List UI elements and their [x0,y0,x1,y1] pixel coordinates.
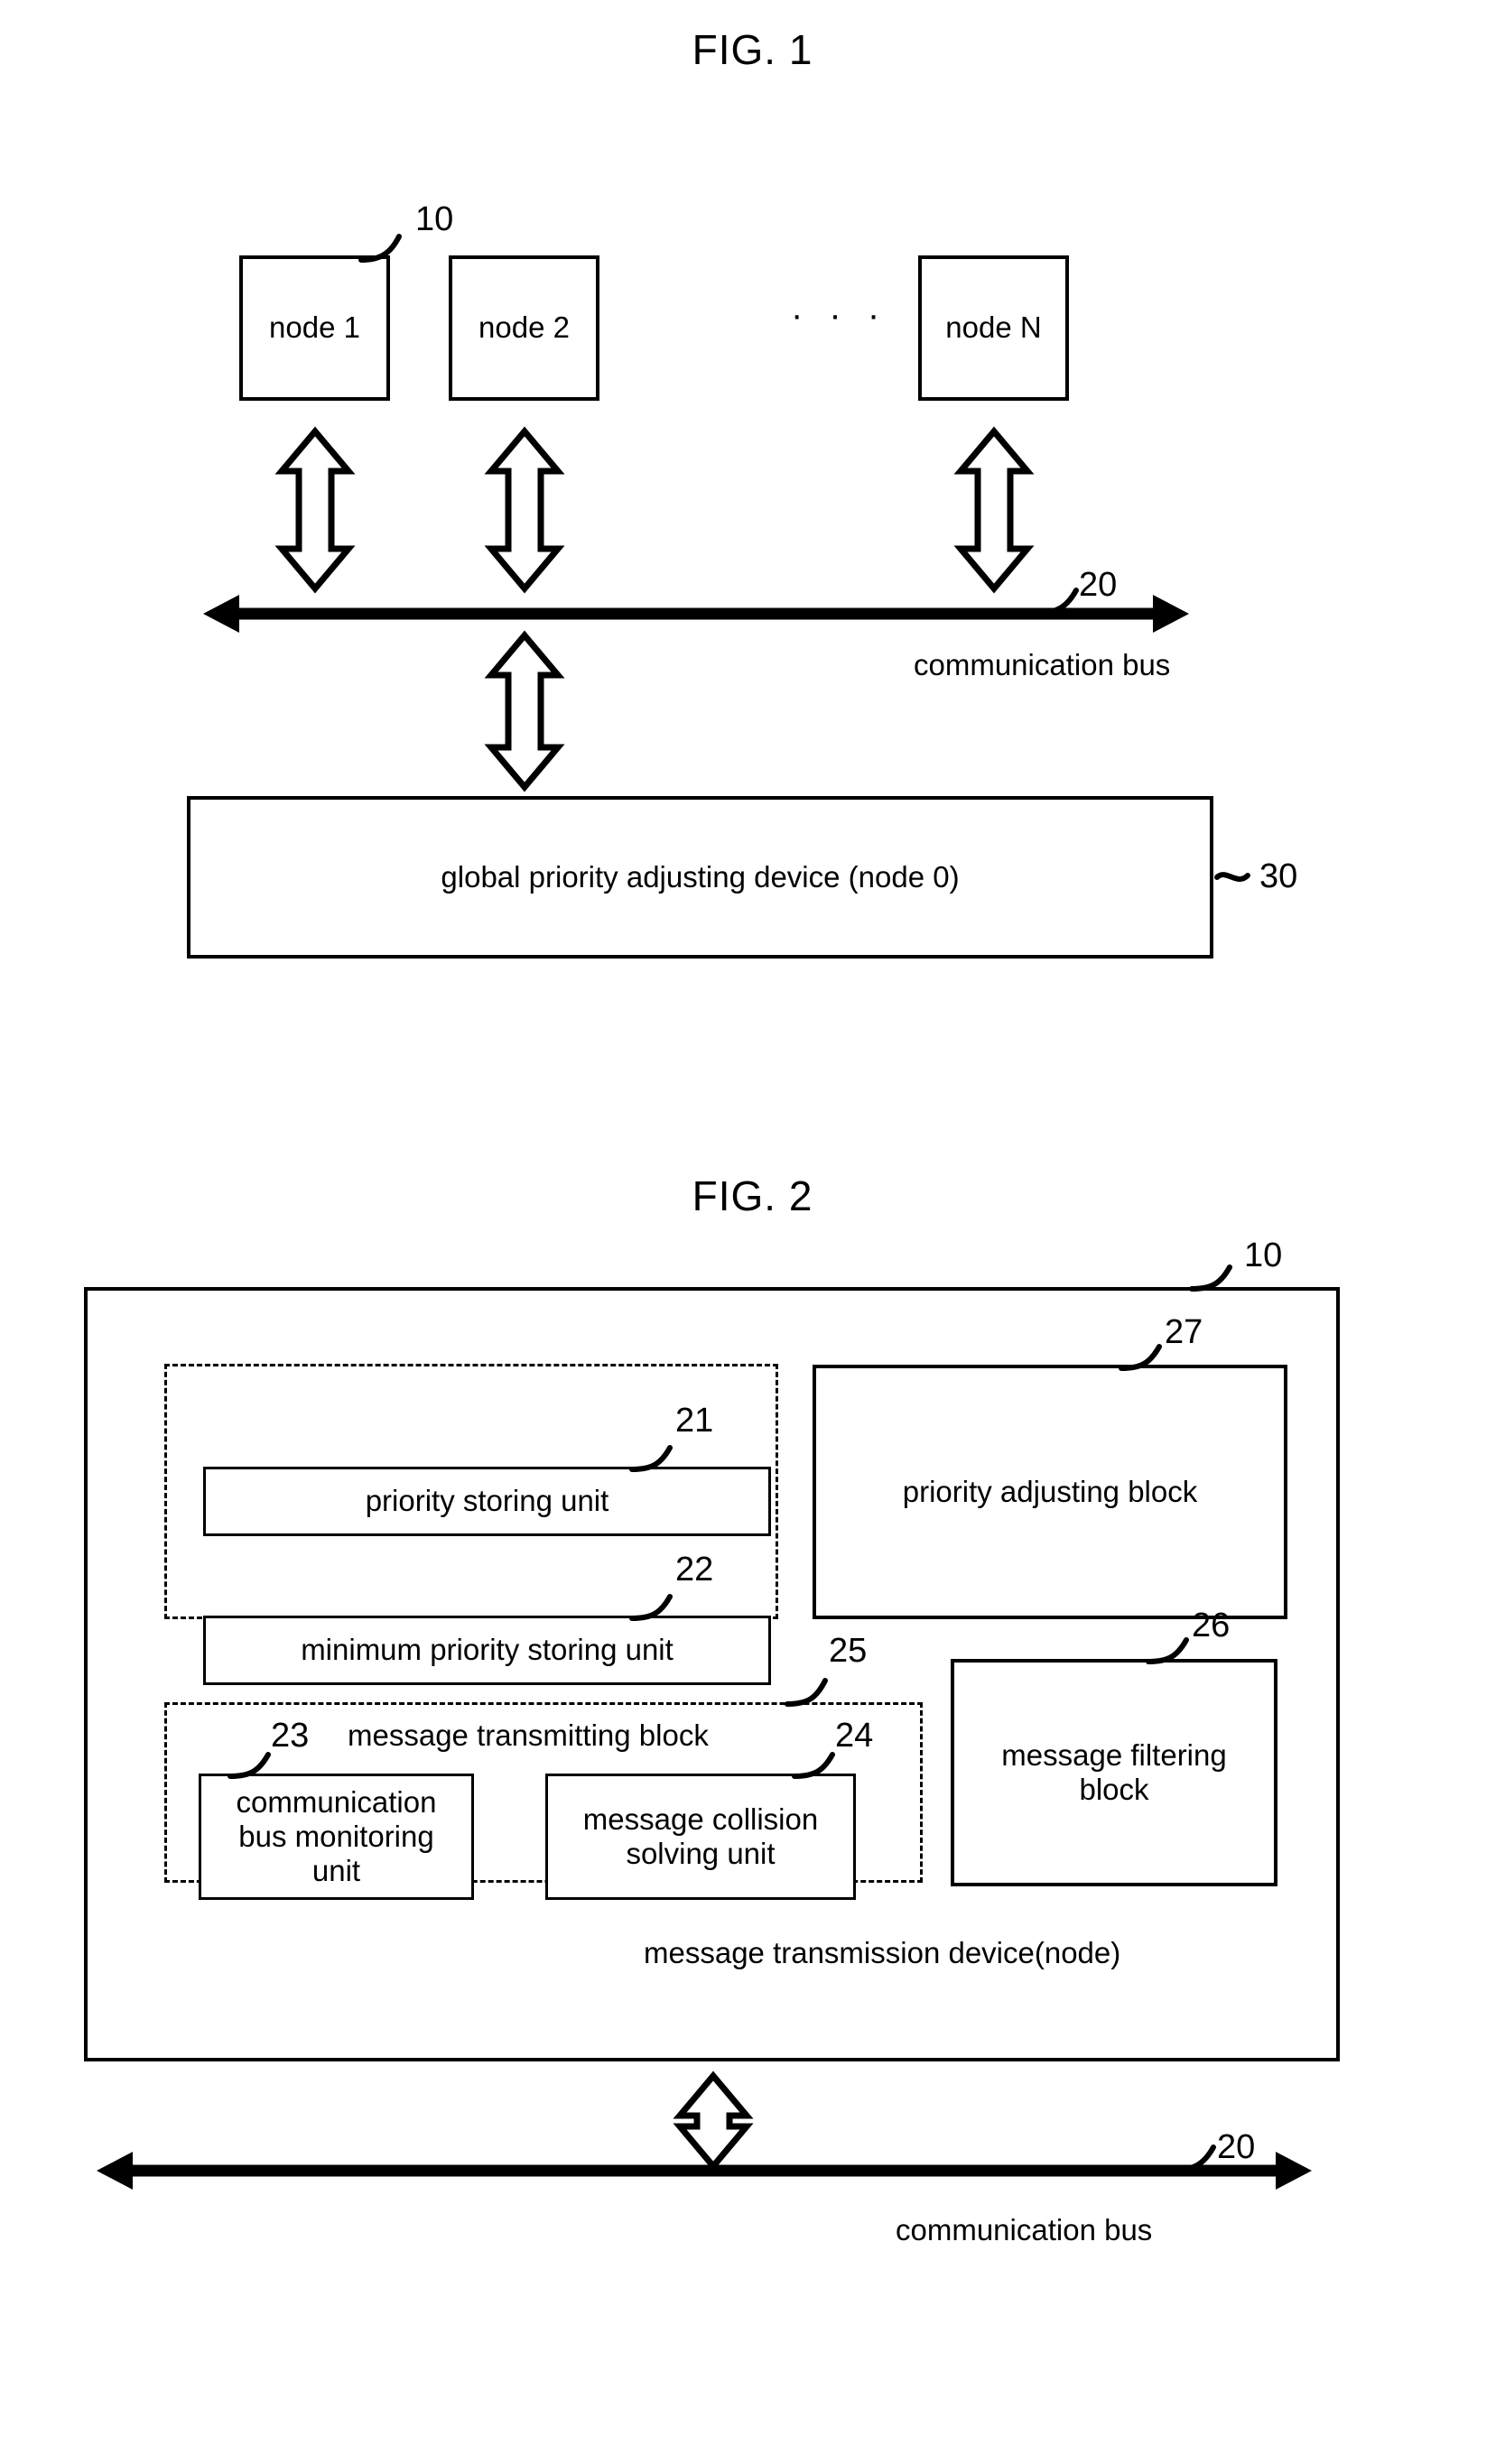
priority-adjusting-block-label: priority adjusting block [902,1474,1198,1508]
reference-numeral-30-fig1: 30 [1259,857,1298,895]
node-n-label: node N [945,310,1042,345]
communication-bus-label-fig1: communication bus [914,648,1171,681]
figure-1-title: FIG. 1 [692,26,813,73]
communication-bus-monitoring-unit-box: communication bus monitoring unit [199,1774,474,1900]
message-transmission-device-label: message transmission device(node) [644,1936,1121,1969]
priority-storing-unit-box: priority storing unit [203,1467,771,1536]
reference-numeral-20-fig1: 20 [1079,566,1118,604]
global-priority-adjusting-device-box: global priority adjusting device (node 0… [187,796,1213,959]
reference-numeral-21: 21 [675,1402,714,1440]
minimum-priority-storing-unit-label: minimum priority storing unit [301,1633,674,1667]
reference-numeral-10-fig2: 10 [1244,1237,1283,1274]
nodes-ellipsis: · · · [791,295,888,335]
reference-numeral-24: 24 [835,1717,874,1755]
reference-numeral-10-fig1: 10 [415,200,454,238]
message-transmitting-block-label: message transmitting block [348,1718,709,1752]
double-arrow-global-device [484,630,565,792]
priority-storing-unit-label: priority storing unit [365,1484,609,1518]
double-arrow-node-n [953,426,1035,594]
message-collision-solving-unit-label: message collision solving unit [582,1802,819,1870]
node-n-box: node N [918,255,1069,401]
leader-30-fig1 [1214,872,1250,882]
node-2-box: node 2 [449,255,599,401]
leader-20-fig2 [1173,2144,1216,2173]
reference-numeral-20-fig2: 20 [1217,2128,1256,2166]
node-2-label: node 2 [478,310,570,345]
communication-bus-line-fig2 [97,2152,1312,2190]
communication-bus-monitoring-unit-label: communication bus monitoring unit [236,1784,437,1888]
double-arrow-node-2 [484,426,565,594]
reference-numeral-27: 27 [1165,1313,1203,1351]
device-bus-arrow-fig2 [673,2070,754,2172]
communication-bus-line-fig1 [203,595,1189,633]
priority-adjusting-block-box: priority adjusting block [813,1365,1287,1619]
reference-numeral-25: 25 [829,1632,868,1670]
node-bus-arrows-fig1 [274,426,1035,792]
figure-vector-overlay [97,234,1312,2190]
global-priority-adjusting-device-label: global priority adjusting device (node 0… [441,859,960,894]
reference-numeral-23: 23 [271,1717,310,1755]
reference-numeral-22: 22 [675,1551,714,1589]
double-arrow-device-bus [673,2070,754,2172]
node-1-label: node 1 [269,310,360,345]
leader-20-fig1 [1036,588,1079,616]
message-filtering-block-label: message filtering block [1001,1737,1227,1806]
message-collision-solving-unit-box: message collision solving unit [545,1774,856,1900]
reference-numeral-26: 26 [1192,1607,1231,1644]
node-1-box: node 1 [239,255,390,401]
communication-bus-label-fig2: communication bus [896,2213,1153,2246]
minimum-priority-storing-unit-box: minimum priority storing unit [203,1616,771,1685]
message-filtering-block-box: message filtering block [951,1659,1277,1886]
patent-figure-sheet: FIG. 1 node 1 node 2 · · · node N 10 20 … [0,0,1505,2464]
double-arrow-node-1 [274,426,356,594]
figure-2-title: FIG. 2 [692,1172,813,1219]
leader-10-fig2 [1189,1264,1232,1292]
